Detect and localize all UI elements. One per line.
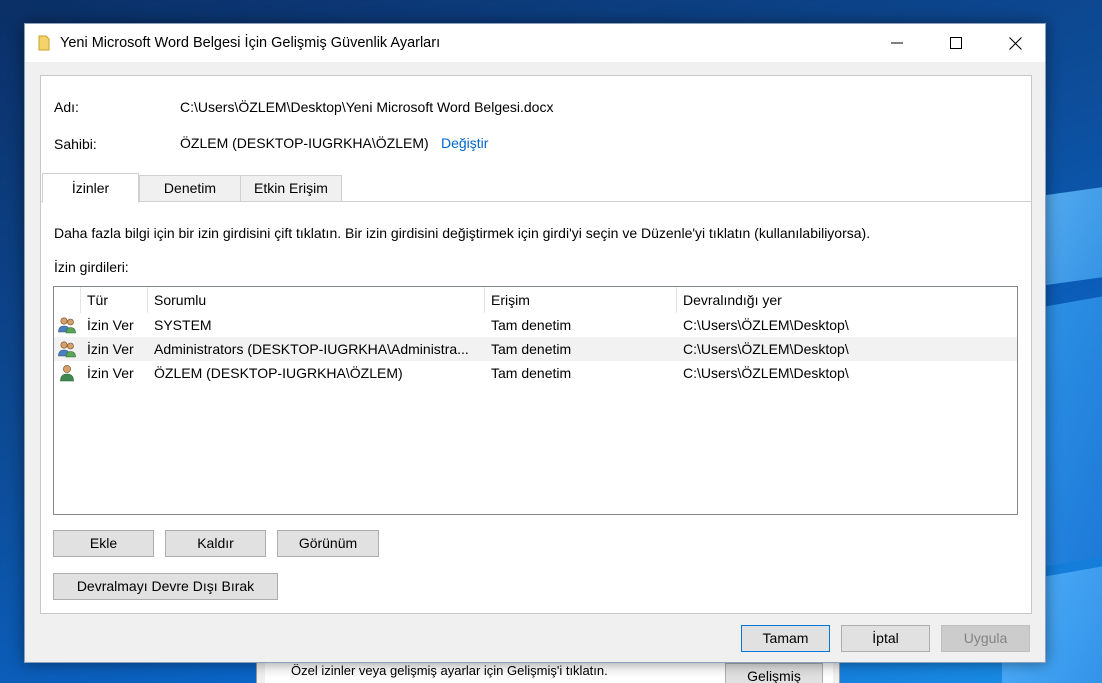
- minimize-icon: [891, 42, 903, 44]
- main-panel: Adı: C:\Users\ÖZLEM\Desktop\Yeni Microso…: [40, 75, 1032, 614]
- tab-auditing[interactable]: Denetim: [139, 175, 241, 202]
- owner-label: Sahibi:: [54, 136, 97, 152]
- owner-value: ÖZLEM (DESKTOP-IUGRKHA\ÖZLEM): [180, 135, 429, 151]
- apply-button[interactable]: Uygula: [941, 625, 1030, 652]
- column-header-type[interactable]: Tür: [81, 287, 148, 313]
- window-title: Yeni Microsoft Word Belgesi İçin Gelişmi…: [60, 35, 441, 51]
- name-value: C:\Users\ÖZLEM\Desktop\Yeni Microsoft Wo…: [180, 99, 554, 115]
- add-button[interactable]: Ekle: [53, 530, 154, 557]
- row-inherited-from: C:\Users\ÖZLEM\Desktop\: [683, 365, 849, 381]
- background-dialog-text: Özel izinler veya gelişmiş ayarlar için …: [291, 663, 608, 678]
- row-access: Tam denetim: [491, 317, 572, 333]
- maximize-button[interactable]: [927, 24, 985, 62]
- remove-button[interactable]: Kaldır: [165, 530, 266, 557]
- row-type: İzin Ver: [87, 365, 134, 381]
- table-row[interactable]: İzin Ver ÖZLEM (DESKTOP-IUGRKHA\ÖZLEM) T…: [54, 361, 1017, 385]
- row-access: Tam denetim: [491, 365, 572, 381]
- group-users-icon: [58, 341, 76, 358]
- tab-strip: İzinler Denetim Etkin Erişim: [41, 173, 1031, 203]
- column-header-access[interactable]: Erişim: [485, 287, 677, 313]
- single-user-icon: [60, 365, 74, 382]
- permissions-description: Daha fazla bilgi için bir izin girdisini…: [54, 225, 871, 241]
- minimize-button[interactable]: [868, 24, 926, 62]
- column-header-principal[interactable]: Sorumlu: [148, 287, 485, 313]
- row-inherited-from: C:\Users\ÖZLEM\Desktop\: [683, 317, 849, 333]
- tab-permissions[interactable]: İzinler: [42, 173, 139, 203]
- group-users-icon: [58, 317, 76, 334]
- view-button[interactable]: Görünüm: [277, 530, 379, 557]
- row-type: İzin Ver: [87, 317, 134, 333]
- column-header-inherited-from[interactable]: Devralındığı yer: [677, 287, 1017, 313]
- row-principal: SYSTEM: [154, 317, 212, 333]
- change-owner-link[interactable]: Değiştir: [441, 135, 488, 151]
- row-principal: Administrators (DESKTOP-IUGRKHA\Administ…: [154, 341, 469, 357]
- maximize-icon: [950, 37, 962, 49]
- cancel-button[interactable]: İptal: [841, 625, 930, 652]
- permission-entries-label: İzin girdileri:: [54, 259, 129, 275]
- permission-entries-list[interactable]: Tür Sorumlu Erişim Devralındığı yer İzin…: [53, 286, 1018, 515]
- advanced-button[interactable]: Gelişmiş: [725, 663, 823, 683]
- name-label: Adı:: [54, 99, 79, 115]
- close-button[interactable]: [986, 24, 1044, 62]
- title-bar[interactable]: Yeni Microsoft Word Belgesi İçin Gelişmi…: [25, 24, 1045, 62]
- close-icon: [1008, 36, 1022, 50]
- row-type: İzin Ver: [87, 341, 134, 357]
- row-principal: ÖZLEM (DESKTOP-IUGRKHA\ÖZLEM): [154, 365, 403, 381]
- advanced-security-settings-window: Yeni Microsoft Word Belgesi İçin Gelişmi…: [24, 23, 1046, 663]
- row-inherited-from: C:\Users\ÖZLEM\Desktop\: [683, 341, 849, 357]
- row-access: Tam denetim: [491, 341, 572, 357]
- table-row[interactable]: İzin Ver Administrators (DESKTOP-IUGRKHA…: [54, 337, 1017, 361]
- table-row[interactable]: İzin Ver SYSTEM Tam denetim C:\Users\ÖZL…: [54, 313, 1017, 337]
- column-header-icon[interactable]: [54, 287, 81, 313]
- list-header: Tür Sorumlu Erişim Devralındığı yer: [54, 287, 1017, 313]
- ok-button[interactable]: Tamam: [741, 625, 830, 652]
- document-icon: [38, 35, 50, 51]
- disable-inheritance-button[interactable]: Devralmayı Devre Dışı Bırak: [53, 573, 278, 600]
- tab-effective-access[interactable]: Etkin Erişim: [240, 175, 342, 202]
